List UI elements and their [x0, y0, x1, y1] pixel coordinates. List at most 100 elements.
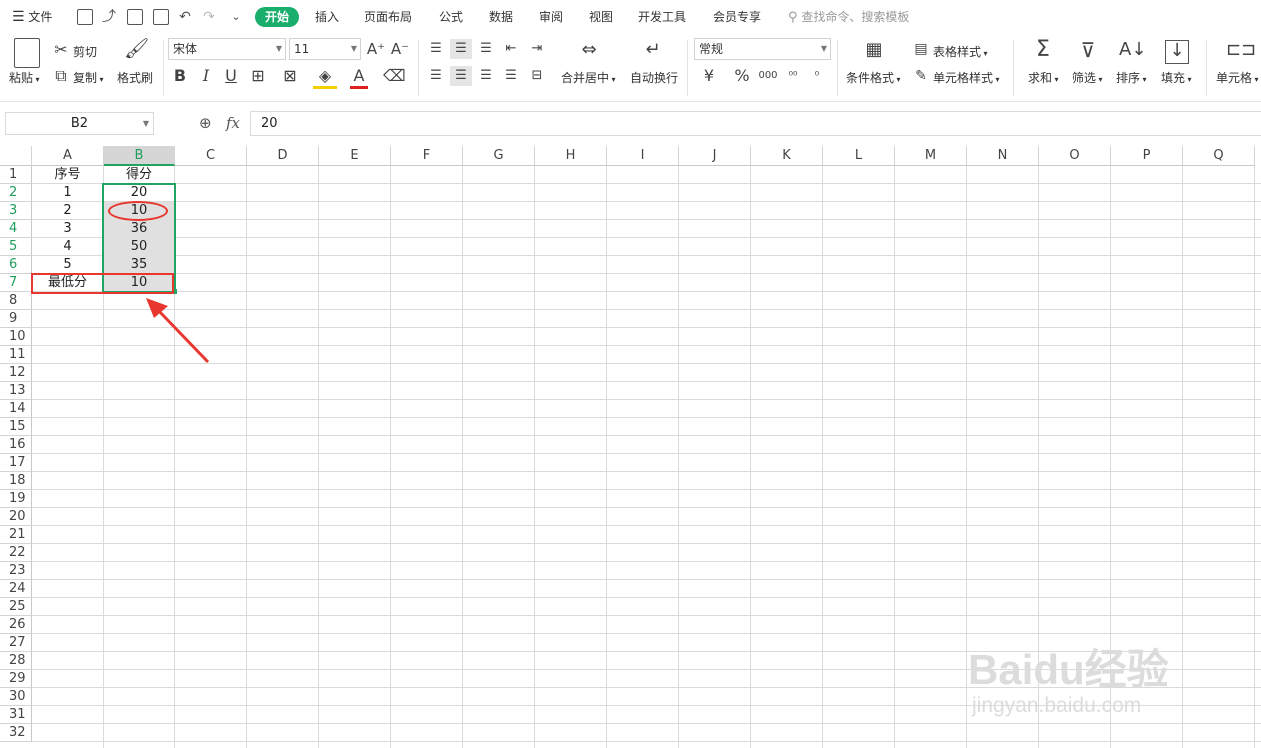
row-header-25[interactable]: 25 [0, 598, 32, 616]
row-header-13[interactable]: 13 [0, 382, 32, 400]
column-header-p[interactable]: P [1111, 146, 1183, 166]
row-header-10[interactable]: 10 [0, 328, 32, 346]
italic-button[interactable]: I [196, 66, 216, 86]
cell-style-button[interactable]: 单元格样式 ▾ [933, 69, 1000, 86]
row-header-22[interactable]: 22 [0, 544, 32, 562]
wrap-text-button[interactable]: 自动换行 [630, 69, 678, 86]
align-right-icon[interactable]: ☰ [476, 66, 496, 86]
column-header-f[interactable]: F [391, 146, 463, 166]
fx-icon[interactable]: fx [226, 114, 240, 132]
tab-start[interactable]: 开始 [255, 7, 299, 27]
fill-color-icon[interactable]: ◈ [313, 66, 337, 89]
row-header-24[interactable]: 24 [0, 580, 32, 598]
filter-button[interactable]: 筛选 ▾ [1072, 69, 1103, 86]
percent-button[interactable]: % [733, 66, 751, 86]
column-header-l[interactable]: L [823, 146, 895, 166]
sort-icon[interactable]: A↓ [1119, 40, 1146, 64]
underline-button[interactable]: U [221, 66, 241, 86]
row-header-8[interactable]: 8 [0, 292, 32, 310]
cell-a3[interactable]: 2 [32, 202, 103, 220]
row-header-30[interactable]: 30 [0, 688, 32, 706]
row-header-27[interactable]: 27 [0, 634, 32, 652]
paste-button[interactable]: 粘贴 ▾ [9, 69, 40, 86]
row-header-12[interactable]: 12 [0, 364, 32, 382]
conditional-format-button[interactable]: 条件格式 ▾ [846, 69, 901, 86]
distributed-align-icon[interactable]: ⊟ [527, 66, 547, 86]
tab-page-layout[interactable]: 页面布局 [364, 0, 412, 34]
font-size-select[interactable]: 11 ▼ [289, 38, 361, 60]
cell-a5[interactable]: 4 [32, 238, 103, 256]
column-header-h[interactable]: H [535, 146, 607, 166]
font-color-icon[interactable]: A [350, 66, 368, 89]
currency-button[interactable]: ¥ [700, 66, 718, 86]
row-header-31[interactable]: 31 [0, 706, 32, 724]
tab-formulas[interactable]: 公式 [439, 0, 463, 34]
cell-a6[interactable]: 5 [32, 256, 103, 274]
align-left-icon[interactable]: ☰ [426, 66, 446, 86]
row-header-32[interactable]: 32 [0, 724, 32, 742]
row-header-17[interactable]: 17 [0, 454, 32, 472]
tab-data[interactable]: 数据 [489, 0, 513, 34]
cell-a2[interactable]: 1 [32, 184, 103, 202]
format-painter-button[interactable]: 格式刷 [117, 69, 153, 86]
row-header-9[interactable]: 9 [0, 310, 32, 328]
justify-icon[interactable]: ☰ [501, 66, 521, 86]
row-header-5[interactable]: 5 [0, 238, 32, 256]
table-style-icon[interactable]: ▤ [912, 39, 930, 59]
align-top-icon[interactable]: ☰ [426, 39, 446, 59]
undo-icon[interactable]: ↶ [177, 9, 193, 25]
save-icon[interactable] [77, 9, 93, 25]
align-center-icon[interactable]: ☰ [450, 66, 472, 86]
column-header-b[interactable]: B [104, 146, 175, 166]
row-header-1[interactable]: 1 [0, 166, 32, 184]
cell-b1[interactable]: 得分 [103, 166, 175, 184]
increase-font-icon[interactable]: A⁺ [366, 39, 386, 59]
column-header-o[interactable]: O [1039, 146, 1111, 166]
fill-icon[interactable]: ↓ [1165, 40, 1189, 64]
row-header-29[interactable]: 29 [0, 670, 32, 688]
cut-button[interactable]: 剪切 [73, 43, 97, 60]
row-header-6[interactable]: 6 [0, 256, 32, 274]
row-header-16[interactable]: 16 [0, 436, 32, 454]
merge-center-button[interactable]: 合并居中 ▾ [561, 69, 616, 86]
increase-indent-icon[interactable]: ⇥ [527, 39, 547, 59]
thousands-button[interactable]: 000 [757, 66, 779, 86]
row-header-11[interactable]: 11 [0, 346, 32, 364]
redo-icon[interactable]: ↷ [201, 9, 217, 25]
fill-button[interactable]: 填充 ▾ [1161, 69, 1192, 86]
filter-icon[interactable]: ⊽ [1076, 40, 1100, 64]
cell-icon[interactable]: ⊏⊐ [1226, 40, 1256, 64]
column-header-e[interactable]: E [319, 146, 391, 166]
zoom-formula-icon[interactable]: ⊕ [199, 114, 212, 132]
column-header-j[interactable]: J [679, 146, 751, 166]
decrease-font-icon[interactable]: A⁻ [390, 39, 410, 59]
formula-input[interactable]: 20 [250, 111, 1261, 136]
row-header-19[interactable]: 19 [0, 490, 32, 508]
print-preview-icon[interactable] [153, 9, 169, 25]
print-icon[interactable] [127, 9, 143, 25]
row-header-23[interactable]: 23 [0, 562, 32, 580]
align-middle-icon[interactable]: ☰ [450, 39, 472, 59]
cell-button[interactable]: 单元格 ▾ [1216, 69, 1259, 86]
sort-button[interactable]: 排序 ▾ [1116, 69, 1147, 86]
format-painter-icon[interactable]: 🖌 [124, 38, 149, 66]
cell-a4[interactable]: 3 [32, 220, 103, 238]
column-header-a[interactable]: A [32, 146, 104, 166]
name-box[interactable]: B2 ▼ [5, 112, 154, 135]
column-header-k[interactable]: K [751, 146, 823, 166]
conditional-format-icon[interactable]: ▦ [862, 40, 886, 62]
border-icon[interactable]: ⊞ [247, 66, 269, 86]
copy-icon[interactable]: ⧉ [52, 66, 70, 86]
tab-developer[interactable]: 开发工具 [638, 0, 686, 34]
command-search[interactable]: ⚲ 查找命令、搜索模板 [788, 0, 909, 34]
table-style-button[interactable]: 表格样式 ▾ [933, 43, 988, 60]
decrease-decimal-icon[interactable]: ⁰ [807, 66, 827, 86]
copy-button[interactable]: 复制 ▾ [73, 69, 104, 86]
fill-pattern-icon[interactable]: ⊠ [279, 66, 301, 86]
row-header-20[interactable]: 20 [0, 508, 32, 526]
column-header-g[interactable]: G [463, 146, 535, 166]
clear-format-icon[interactable]: ⌫ [383, 66, 406, 86]
paste-icon[interactable] [14, 38, 40, 68]
align-bottom-icon[interactable]: ☰ [476, 39, 496, 59]
column-header-q[interactable]: Q [1183, 146, 1255, 166]
